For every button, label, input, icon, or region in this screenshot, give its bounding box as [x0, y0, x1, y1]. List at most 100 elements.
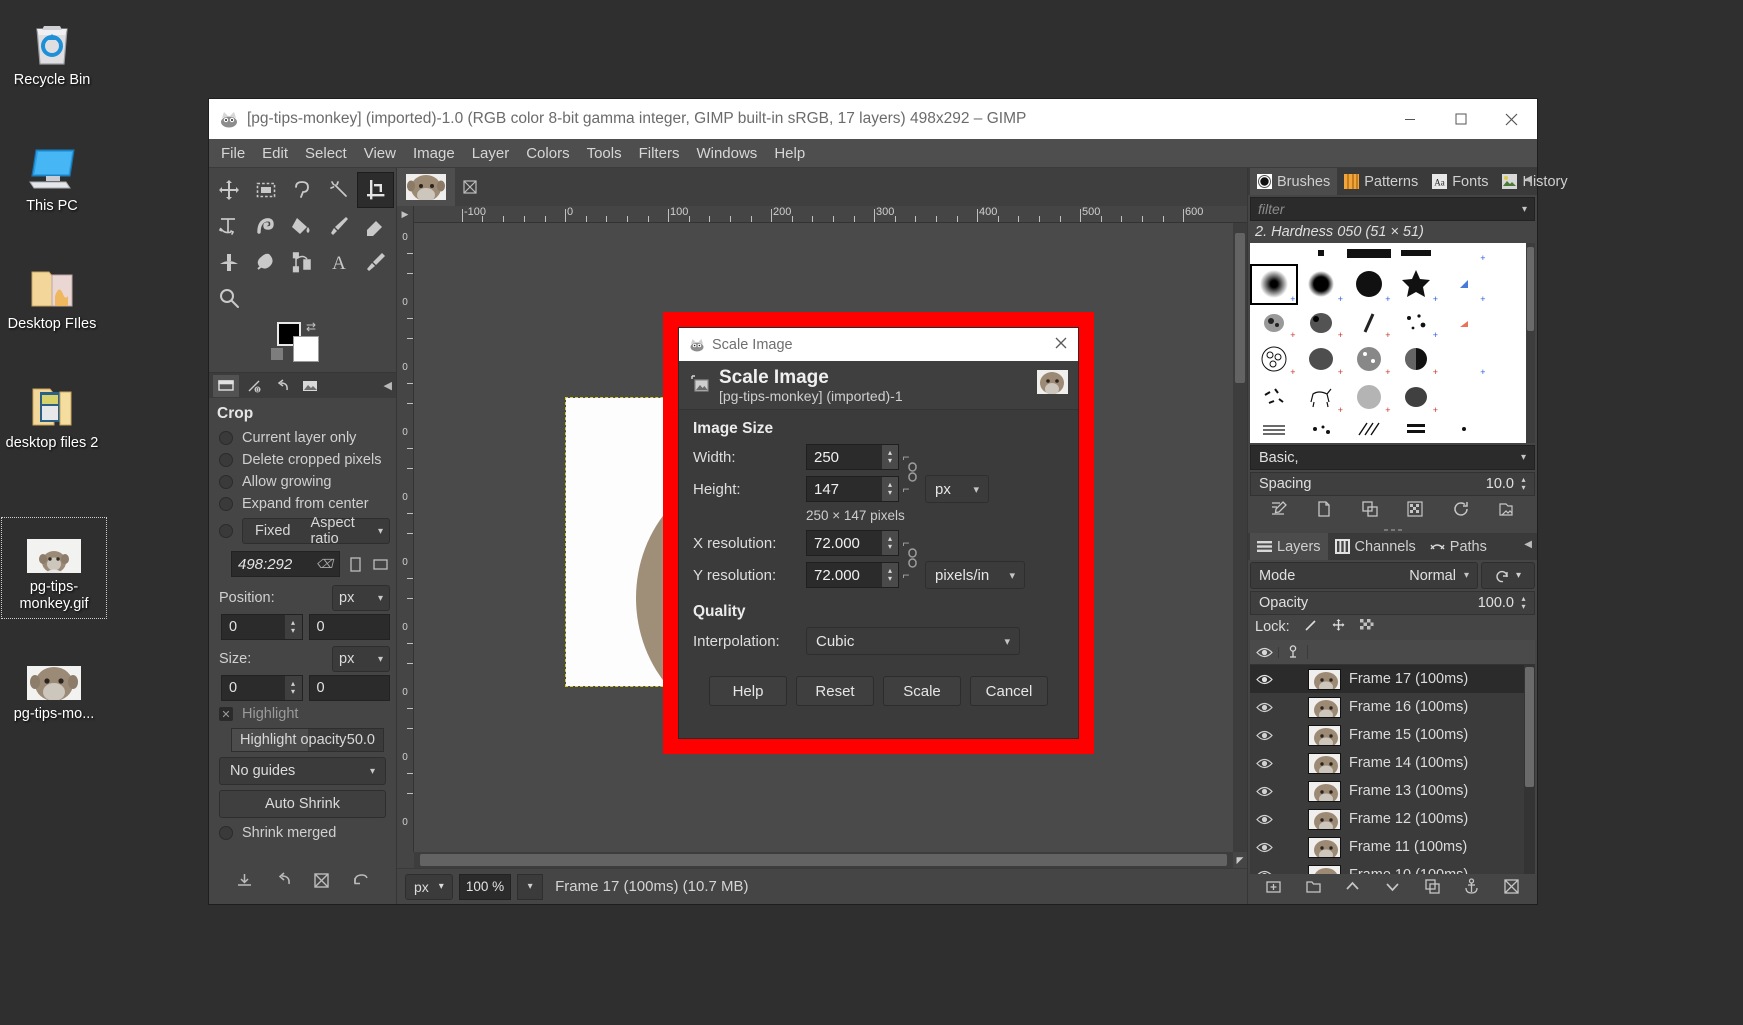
dock-menu-icon[interactable]: ◀	[1524, 174, 1532, 185]
text-tool[interactable]: A	[321, 244, 358, 280]
dialog-titlebar[interactable]: Scale Image	[679, 328, 1078, 361]
close-tab-icon[interactable]	[455, 168, 485, 206]
size-unit-select[interactable]: px ▾	[925, 475, 989, 503]
desktop-icon-this-pc[interactable]: This PC	[0, 140, 104, 215]
brush-filter-input[interactable]: filter ▾	[1250, 197, 1535, 221]
size-height-input[interactable]: 0	[309, 675, 391, 701]
color-swatches[interactable]: ⇄	[209, 318, 396, 372]
crop-tool[interactable]	[357, 172, 394, 208]
paths-tool[interactable]	[284, 244, 321, 280]
fuzzy-select-tool[interactable]	[321, 172, 358, 208]
desktop-icon-recycle-bin[interactable]: Recycle Bin	[0, 14, 104, 89]
layer-visibility-icon[interactable]	[1250, 758, 1279, 769]
width-input[interactable]: 250 ▴▾	[806, 444, 899, 470]
edit-brush-icon[interactable]	[1270, 500, 1288, 523]
option-fixed[interactable]: Fixed Aspect ratio ▾	[209, 515, 396, 547]
image-tab-pg-tips-monkey[interactable]	[397, 168, 455, 206]
brush-cell[interactable]: +	[1393, 264, 1441, 306]
new-layer-icon[interactable]	[1265, 878, 1282, 900]
option-current-layer-only[interactable]: Current layer only	[209, 427, 396, 449]
zoom-dropdown-icon[interactable]: ▾	[517, 874, 543, 900]
delete-tool-options-icon[interactable]	[313, 872, 330, 894]
checkbox[interactable]	[219, 475, 233, 489]
size-width-input[interactable]: 0 ▴▾	[221, 675, 303, 701]
desktop-icon-pg-tips-mo[interactable]: pg-tips-mo...	[2, 648, 106, 723]
new-brush-icon[interactable]	[1315, 500, 1333, 523]
checkbox[interactable]: ✕	[219, 707, 233, 721]
fixed-mode-select[interactable]: Fixed Aspect ratio ▾	[242, 518, 390, 544]
anchor-layer-icon[interactable]	[1463, 878, 1480, 900]
auto-shrink-button[interactable]: Auto Shrink	[219, 790, 386, 818]
layer-list-scrollbar[interactable]	[1524, 665, 1535, 874]
tool-options-tab[interactable]	[213, 375, 239, 397]
brush-cell-hardness-050[interactable]: +	[1250, 264, 1298, 306]
lower-layer-icon[interactable]	[1384, 878, 1401, 900]
statusbar-unit-select[interactable]: px ▾	[405, 874, 453, 900]
option-allow-growing[interactable]: Allow growing	[209, 471, 396, 493]
checkbox[interactable]	[219, 431, 233, 445]
spinner[interactable]: ▴▾	[882, 477, 898, 501]
position-unit-select[interactable]: px ▾	[332, 585, 390, 611]
brush-cell[interactable]	[1393, 243, 1441, 264]
checkbox[interactable]	[219, 453, 233, 467]
menu-tools[interactable]: Tools	[587, 145, 622, 162]
unified-transform-tool[interactable]	[211, 208, 248, 244]
menu-view[interactable]: View	[364, 145, 396, 162]
height-input[interactable]: 147 ▴▾	[806, 476, 899, 502]
checkbox[interactable]	[219, 524, 233, 538]
delete-brush-icon[interactable]	[1406, 500, 1424, 523]
lock-alpha-icon[interactable]	[1359, 618, 1374, 637]
y-resolution-input[interactable]: 72.000 ▴▾	[806, 562, 899, 588]
menu-help[interactable]: Help	[774, 145, 805, 162]
images-tab[interactable]	[297, 375, 323, 397]
desktop-icon-desktop-files-2[interactable]: desktop files 2	[0, 377, 104, 452]
table-row[interactable]: Frame 12 (100ms)	[1250, 805, 1535, 833]
dock-separator[interactable]	[1248, 526, 1537, 533]
brush-cell[interactable]	[1250, 378, 1298, 416]
scale-button[interactable]: Scale	[883, 676, 961, 706]
layer-list[interactable]: Frame 17 (100ms) Frame 16 (100ms) Frame …	[1250, 640, 1535, 874]
menu-image[interactable]: Image	[413, 145, 455, 162]
close-icon[interactable]	[1054, 336, 1068, 354]
help-button[interactable]: Help	[709, 676, 787, 706]
layer-visibility-icon[interactable]	[1250, 814, 1279, 825]
tab-channels[interactable]: Channels	[1328, 533, 1423, 560]
chevron-down-icon[interactable]: ▾	[1522, 204, 1527, 215]
table-row[interactable]: Frame 15 (100ms)	[1250, 721, 1535, 749]
brush-cell[interactable]	[1345, 243, 1393, 264]
desktop-icon-pg-tips-monkey-gif[interactable]: pg-tips-monkey.gif	[2, 518, 106, 618]
size-unit-select[interactable]: px ▾	[332, 646, 390, 672]
vertical-ruler[interactable]: 0 0 0 0 0 0 0 0 0 0	[397, 223, 414, 852]
spinner[interactable]: ▴▾	[1517, 595, 1530, 611]
reset-button[interactable]: Reset	[796, 676, 874, 706]
brush-cell[interactable]	[1440, 305, 1488, 341]
scrollbar-thumb[interactable]	[1235, 233, 1245, 383]
maximize-button[interactable]	[1435, 99, 1486, 139]
tab-paths[interactable]: Paths	[1423, 533, 1494, 560]
brush-cell[interactable]	[1440, 378, 1488, 416]
layer-visibility-icon[interactable]	[1250, 674, 1279, 685]
device-status-tab[interactable]: 0	[241, 375, 267, 397]
paintbrush-tool[interactable]	[321, 208, 358, 244]
brush-cell[interactable]: +	[1393, 305, 1441, 341]
layer-visibility-icon[interactable]	[1250, 702, 1279, 713]
menu-layer[interactable]: Layer	[472, 145, 510, 162]
table-row[interactable]: Frame 13 (100ms)	[1250, 777, 1535, 805]
lock-pixels-icon[interactable]	[1303, 618, 1318, 637]
position-y-input[interactable]: 0	[309, 614, 391, 640]
default-colors-icon[interactable]	[271, 348, 283, 360]
tab-brushes[interactable]: Brushes	[1250, 168, 1337, 195]
rectangle-select-tool[interactable]	[248, 172, 285, 208]
layer-mode-select[interactable]: Mode Normal ▾	[1250, 562, 1478, 589]
table-row[interactable]: Frame 17 (100ms)	[1250, 665, 1535, 693]
canvas-horizontal-scrollbar[interactable]	[414, 852, 1233, 868]
dock-menu-icon[interactable]: ◀	[1524, 539, 1532, 550]
zoom-tool[interactable]	[211, 280, 248, 316]
canvas-vertical-scrollbar[interactable]	[1233, 223, 1247, 852]
delete-layer-icon[interactable]	[1503, 878, 1520, 900]
brush-cell[interactable]: +	[1345, 305, 1393, 341]
brush-cell[interactable]: +	[1298, 264, 1346, 306]
eraser-tool[interactable]	[357, 208, 394, 244]
table-row[interactable]: Frame 11 (100ms)	[1250, 833, 1535, 861]
menu-edit[interactable]: Edit	[262, 145, 288, 162]
